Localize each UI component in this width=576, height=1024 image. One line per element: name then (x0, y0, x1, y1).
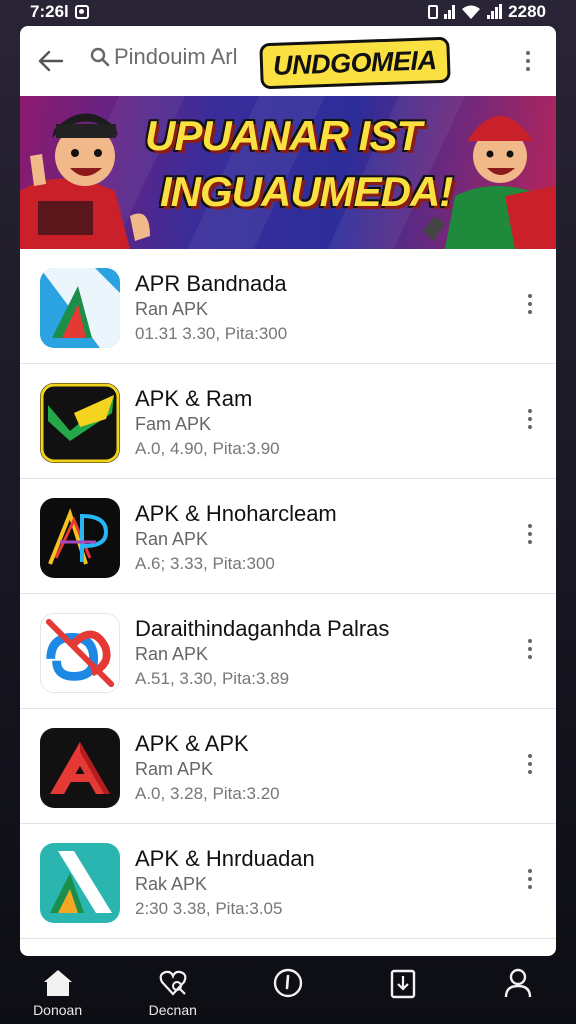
nav-item-profile[interactable] (468, 960, 568, 1000)
crossed-logo-icon (40, 613, 120, 693)
promo-banner[interactable]: UPUANAR IST INGUAUMEDA! (20, 96, 556, 249)
app-subtitle: Rak APK (135, 874, 208, 894)
app-name: APR Bandnada (135, 271, 287, 296)
promo-title-badge: UNDGOMEIA (259, 36, 451, 90)
signal-icon (444, 5, 456, 19)
app-name: Daraithindaganhda Palras (135, 616, 390, 641)
more-vertical-icon (528, 639, 532, 659)
status-clock-right: 2280 (508, 2, 546, 21)
home-icon (43, 970, 72, 996)
profile-icon (505, 968, 532, 998)
app-subtitle: Ram APK (135, 759, 214, 779)
more-vertical-icon (528, 294, 532, 314)
vibrate-icon (428, 5, 439, 19)
download-clipboard-icon (390, 969, 416, 999)
app-meta: 2:30 3.38, Pita:3.05 (135, 899, 283, 918)
app-name: APK & APK (135, 731, 249, 756)
triangle-a-blue-icon (40, 268, 120, 348)
status-bar: 7:26l 2280 (0, 0, 576, 24)
red-a-icon (40, 728, 120, 808)
app-more-button[interactable] (520, 519, 540, 549)
search-field[interactable]: Pindouim Arl (90, 44, 238, 70)
cell-signal-icon (487, 4, 503, 19)
top-bar: Pindouim Arl UNDGOMEIA (20, 26, 556, 96)
app-list-item[interactable]: APK & Hnrduadan Rak APK 2:30 3.38, Pita:… (20, 824, 556, 939)
more-vertical-icon (528, 524, 532, 544)
back-button[interactable] (36, 46, 66, 76)
app-list-item[interactable]: APR Bandnada Ran APK 01.31 3.30, Pita:30… (20, 249, 556, 364)
app-list-item[interactable]: Daraithindaganhda Palras Ran APK A.51, 3… (20, 594, 556, 709)
app-subtitle: Ran APK (135, 644, 209, 664)
status-time: 7:26l (30, 2, 69, 21)
app-meta: A.0, 4.90, Pita:3.90 (135, 439, 280, 458)
bottom-navigation: Donoan Decnan (0, 960, 576, 1024)
nav-item-info[interactable] (238, 960, 338, 1000)
app-name: APK & Hnrduadan (135, 846, 315, 871)
app-subtitle: Ran APK (135, 299, 209, 319)
app-list: APR Bandnada Ran APK 01.31 3.30, Pita:30… (20, 249, 556, 939)
app-subtitle: Ran APK (135, 529, 209, 549)
notification-icon (74, 5, 89, 19)
app-more-button[interactable] (520, 864, 540, 894)
yellow-check-icon (40, 383, 120, 463)
app-list-item[interactable]: APK & Ram Fam APK A.0, 4.90, Pita:3.90 (20, 364, 556, 479)
nav-item-downloads[interactable] (353, 960, 453, 1000)
app-meta: 01.31 3.30, Pita:300 (135, 324, 288, 343)
more-vertical-icon (528, 869, 532, 889)
app-more-button[interactable] (520, 634, 540, 664)
more-vertical-icon (528, 409, 532, 429)
main-card: Pindouim Arl UNDGOMEIA UPUANAR IST INGUA… (20, 26, 556, 956)
app-meta: A.0, 3.28, Pita:3.20 (135, 784, 280, 803)
app-more-button[interactable] (520, 749, 540, 779)
app-name: APK & Hnoharcleam (135, 501, 337, 526)
nav-item-home[interactable]: Donoan (8, 960, 108, 1018)
arrow-left-icon (38, 50, 64, 72)
app-list-item[interactable]: APK & Hnoharcleam Ran APK A.6; 3.33, Pit… (20, 479, 556, 594)
app-name: APK & Ram (135, 386, 253, 411)
app-meta: A.51, 3.30, Pita:3.89 (135, 669, 290, 688)
heart-search-icon (159, 970, 187, 996)
banner-headline-2: INGUAUMEDA! (160, 168, 453, 215)
search-text: Pindouim Arl (114, 44, 238, 69)
nav-label-discover: Decnan (148, 1002, 197, 1018)
nav-item-discover[interactable]: Decnan (123, 960, 223, 1018)
teal-a-icon (40, 843, 120, 923)
overflow-menu-button[interactable] (516, 46, 540, 76)
app-more-button[interactable] (520, 289, 540, 319)
app-meta: A.6; 3.33, Pita:300 (135, 554, 275, 573)
app-list-item[interactable]: APK & APK Ram APK A.0, 3.28, Pita:3.20 (20, 709, 556, 824)
app-more-button[interactable] (520, 404, 540, 434)
nav-label-home: Donoan (33, 1002, 83, 1018)
info-circle-icon (273, 968, 303, 998)
search-icon (90, 47, 110, 67)
more-vertical-icon (528, 754, 532, 774)
banner-headline-1: UPUANAR IST (145, 112, 422, 159)
cartoon-man-left-illustration (20, 113, 150, 249)
neon-ap-icon (40, 498, 120, 578)
more-vertical-icon (526, 51, 530, 71)
wifi-icon (461, 4, 481, 20)
app-subtitle: Fam APK (135, 414, 212, 434)
